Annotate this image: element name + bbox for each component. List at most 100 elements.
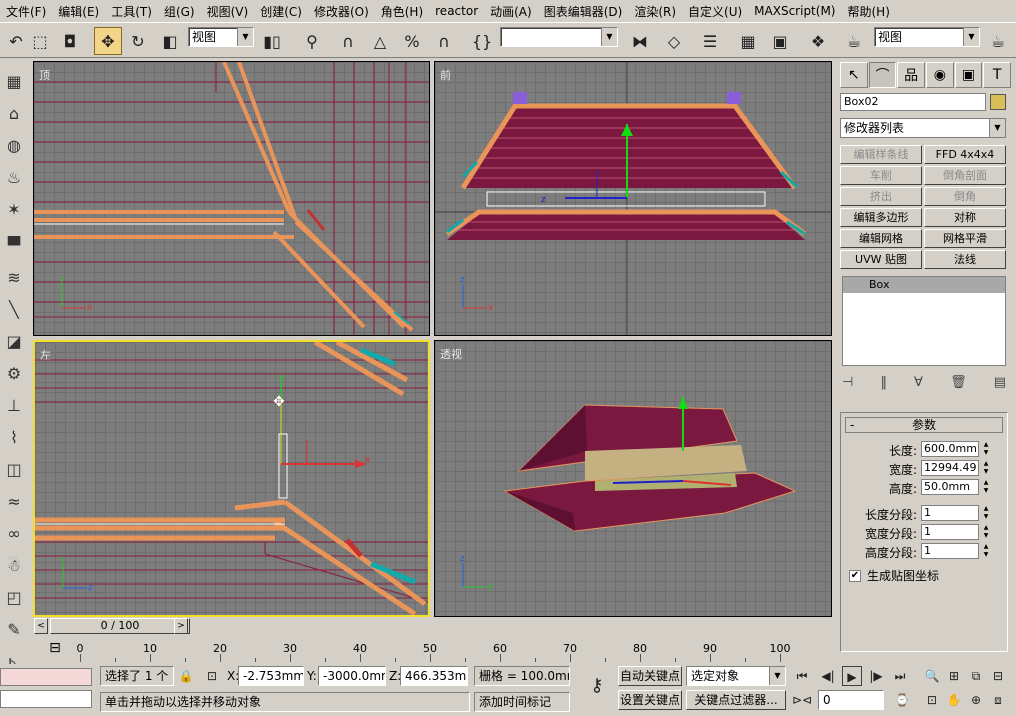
rollout-header[interactable]: - 参数: [845, 417, 1003, 433]
render-view-select[interactable]: 视图 ▼: [874, 27, 980, 47]
cloth-icon[interactable]: ◰: [2, 584, 26, 610]
next-frame-icon[interactable]: >: [174, 618, 188, 634]
track-bar-icon[interactable]: ⊟: [40, 640, 70, 662]
modifier-list-select[interactable]: 修改器列表 ▼: [840, 118, 1006, 138]
mirror-icon[interactable]: ⧓: [626, 27, 654, 55]
viewport-front[interactable]: 前 z z x: [434, 61, 832, 336]
spinner-icon[interactable]: ▲ ▼: [981, 524, 991, 540]
time-config-icon[interactable]: ⌚: [892, 690, 912, 710]
viewport-top[interactable]: 顶 y x: [33, 61, 430, 336]
menu-edit[interactable]: 编辑(E): [52, 3, 105, 20]
z-coord-field[interactable]: 466.353mm: [400, 666, 468, 686]
helpers-icon[interactable]: ⚙: [2, 360, 26, 386]
modifier-button[interactable]: 挤出: [840, 187, 922, 206]
objects-icon[interactable]: ▦: [2, 68, 26, 94]
width-segs-field[interactable]: 1: [921, 524, 979, 540]
menu-tools[interactable]: 工具(T): [105, 3, 158, 20]
cameras-icon[interactable]: ◪: [2, 328, 26, 354]
menu-rendering[interactable]: 渲染(R): [628, 3, 682, 20]
modifier-button[interactable]: 法线: [924, 250, 1006, 269]
window-crossing-icon[interactable]: ◘: [56, 27, 84, 55]
menu-customize[interactable]: 自定义(U): [682, 3, 748, 20]
absolute-mode-icon[interactable]: ⊡: [202, 666, 222, 686]
modifier-button[interactable]: 倒角剖面: [924, 166, 1006, 185]
select-scale-icon[interactable]: ◧: [156, 27, 184, 55]
object-color-swatch[interactable]: [990, 94, 1006, 110]
patch-icon[interactable]: ▀: [2, 232, 26, 258]
make-unique-icon[interactable]: ∀: [914, 375, 923, 390]
zoom-all-icon[interactable]: ⊞: [944, 666, 964, 686]
pan-icon[interactable]: ✋: [944, 690, 964, 710]
stack-item-box[interactable]: Box: [843, 277, 1005, 293]
object-name-field[interactable]: Box02: [840, 93, 986, 111]
menu-group[interactable]: 组(G): [158, 3, 201, 20]
modifier-button[interactable]: 车削: [840, 166, 922, 185]
goto-start-icon[interactable]: ⏮: [792, 666, 812, 686]
layer-manager-icon[interactable]: ☰: [696, 27, 724, 55]
ik-icon[interactable]: ◫: [2, 456, 26, 482]
menu-modifiers[interactable]: 修改器(O): [308, 3, 375, 20]
align-icon[interactable]: ◇: [660, 27, 688, 55]
spinner-icon[interactable]: ▲ ▼: [981, 543, 991, 559]
menu-character[interactable]: 角色(H): [375, 3, 429, 20]
systems-icon[interactable]: ⌇: [2, 424, 26, 450]
menu-create[interactable]: 创建(C): [254, 3, 308, 20]
edit-named-selection-icon[interactable]: {}: [468, 27, 496, 55]
zoom-extents-all-icon[interactable]: ⊟: [988, 666, 1008, 686]
goto-end-icon[interactable]: ⏭: [890, 666, 910, 686]
height-segs-field[interactable]: 1: [921, 543, 979, 559]
length-segs-field[interactable]: 1: [921, 505, 979, 521]
maxscript-listener-white[interactable]: [0, 690, 92, 708]
gen-mapping-checkbox[interactable]: ✔: [849, 569, 861, 582]
hierarchy-tab-icon[interactable]: 品: [897, 62, 926, 88]
y-coord-field[interactable]: -3000.0mm: [318, 666, 386, 686]
select-region-icon[interactable]: ⬚: [26, 27, 54, 55]
length-field[interactable]: 600.0mm: [921, 441, 979, 457]
named-selection-select[interactable]: ▼: [500, 27, 618, 47]
spinner-icon[interactable]: ▲ ▼: [981, 505, 991, 521]
material-editor-icon[interactable]: ❖: [804, 27, 832, 55]
menu-animation[interactable]: 动画(A): [484, 3, 538, 20]
modifier-button[interactable]: 倒角: [924, 187, 1006, 206]
snap-toggle-icon[interactable]: △: [366, 27, 394, 55]
modifier-button[interactable]: FFD 4x4x4: [924, 145, 1006, 164]
key-selection-select[interactable]: 选定对象 ▼: [686, 666, 786, 686]
spinner-icon[interactable]: ▲ ▼: [981, 441, 991, 457]
remove-modifier-icon[interactable]: 🗑: [950, 375, 967, 390]
display-tab-icon[interactable]: ▣: [954, 62, 983, 88]
schematic-view-icon[interactable]: ▣: [766, 27, 794, 55]
prev-key-icon[interactable]: ◀|: [818, 666, 838, 686]
select-move-icon[interactable]: ✥: [94, 27, 122, 55]
menu-reactor[interactable]: reactor: [429, 4, 484, 18]
motion-tab-icon[interactable]: ◉: [926, 62, 954, 88]
lights-icon[interactable]: ♨: [2, 164, 26, 190]
shapes-icon[interactable]: ⌂: [2, 100, 26, 126]
hair-icon[interactable]: ✎: [2, 616, 26, 642]
modifier-button[interactable]: 编辑网格: [840, 229, 922, 248]
spacewarps-icon[interactable]: ⊥: [2, 392, 26, 418]
next-key-icon[interactable]: |▶: [866, 666, 886, 686]
prev-frame-icon[interactable]: <: [34, 618, 48, 634]
bones-icon[interactable]: ∞: [2, 520, 26, 546]
key-mode-icon[interactable]: ⚷: [582, 676, 612, 700]
select-rotate-icon[interactable]: ↻: [124, 27, 152, 55]
nurbs-icon[interactable]: ≋: [2, 264, 26, 290]
zoom-extents-icon[interactable]: ⧉: [966, 666, 986, 686]
zoom-icon[interactable]: 🔍: [922, 666, 942, 686]
menu-maxscript[interactable]: MAXScript(M): [748, 4, 841, 18]
curve-editor-icon[interactable]: ▦: [734, 27, 762, 55]
time-slider-thumb[interactable]: 0 / 100: [50, 618, 190, 634]
modifier-button[interactable]: UVW 贴图: [840, 250, 922, 269]
maxscript-listener-pink[interactable]: [0, 668, 92, 686]
region-zoom-icon[interactable]: ⊡: [922, 690, 942, 710]
angle-snap-icon[interactable]: ∩: [334, 27, 362, 55]
maximize-viewport-icon[interactable]: ⧈: [988, 690, 1008, 710]
modifier-button[interactable]: 编辑多边形: [840, 208, 922, 227]
x-coord-field[interactable]: -2.753mm: [238, 666, 304, 686]
viewport-perspective[interactable]: 透视 z y: [434, 340, 832, 617]
biped-icon[interactable]: ☃: [2, 552, 26, 578]
particles-icon[interactable]: ✶: [2, 196, 26, 222]
quick-render-icon[interactable]: ☕: [984, 27, 1012, 55]
add-time-tag[interactable]: 添加时间标记: [474, 692, 570, 712]
orbit-icon[interactable]: ⊕: [966, 690, 986, 710]
